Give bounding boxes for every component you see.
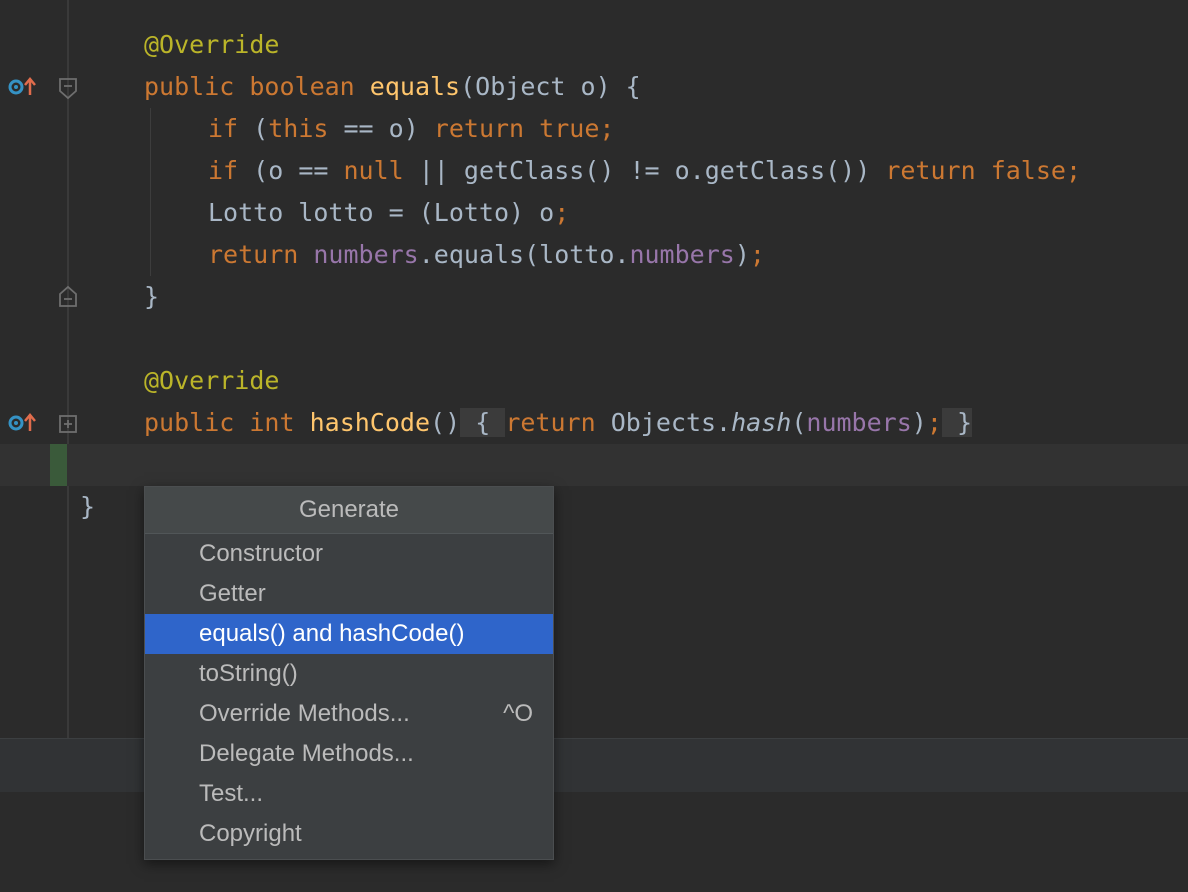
code-text: }	[144, 282, 160, 311]
menu-item-shortcut: ^O	[503, 700, 533, 727]
popup-title: Generate	[145, 487, 553, 534]
keyword: return	[208, 240, 299, 269]
code-text: (Object o) {	[460, 72, 641, 101]
menu-item-label: Getter	[199, 580, 266, 607]
code-text: }	[80, 492, 96, 521]
keyword: return	[885, 156, 976, 185]
folded-region-start[interactable]: {	[460, 408, 506, 437]
indent-guide	[150, 108, 151, 276]
keyword: if	[208, 156, 239, 185]
code-line[interactable]: @Override	[144, 360, 279, 402]
menu-item-label: toString()	[199, 660, 298, 687]
annotation: @Override	[144, 30, 280, 59]
keyword: true;	[539, 114, 615, 143]
code-text: (	[791, 408, 807, 437]
keyword: false;	[990, 156, 1082, 185]
keyword: public	[144, 72, 235, 101]
menu-item-label: Constructor	[199, 540, 324, 567]
keyword: this	[268, 114, 329, 143]
changed-line-marker	[50, 444, 67, 486]
code-text: (	[238, 114, 269, 143]
keyword: if	[208, 114, 239, 143]
field: numbers	[806, 408, 912, 437]
fold-icon[interactable]	[58, 76, 78, 100]
menu-item-test[interactable]: Test...	[145, 774, 553, 814]
annotation: @Override	[144, 366, 280, 395]
brace: {	[475, 408, 491, 437]
keyword: int	[249, 408, 295, 437]
menu-item-copyright[interactable]: Copyright	[145, 814, 553, 854]
code-text: )	[911, 408, 927, 437]
generate-popup[interactable]: Generate Constructor Getter equals() and…	[144, 486, 554, 860]
semicolon: ;	[554, 198, 570, 227]
code-line[interactable]: if (o == null || getClass() != o.getClas…	[208, 150, 1081, 192]
keyword: public	[144, 408, 235, 437]
menu-item-label: Test...	[199, 780, 264, 807]
code-text: ()	[430, 408, 461, 437]
menu-item-label: Copyright	[199, 820, 302, 847]
field: numbers	[629, 240, 735, 269]
semicolon: ;	[749, 240, 765, 269]
code-line[interactable]: public boolean equals(Object o) {	[144, 66, 641, 108]
override-method-icon[interactable]	[8, 75, 38, 99]
code-text: || getClass() != o.getClass())	[403, 156, 886, 185]
code-line[interactable]: public int hashCode() { return Objects.h…	[144, 402, 972, 444]
keyword: null	[343, 156, 404, 185]
code-text: )	[734, 240, 750, 269]
method-name: equals	[369, 72, 461, 101]
code-text: == o)	[328, 114, 434, 143]
code-line[interactable]: return numbers.equals(lotto.numbers);	[208, 234, 765, 276]
brace: }	[956, 408, 972, 437]
field: numbers	[313, 240, 419, 269]
override-method-icon[interactable]	[8, 411, 38, 435]
unfold-plus-icon[interactable]	[58, 412, 78, 436]
menu-item-constructor[interactable]: Constructor	[145, 534, 553, 574]
keyword: boolean	[249, 72, 355, 101]
code-line[interactable]: }	[144, 276, 159, 318]
keyword: return	[505, 408, 596, 437]
code-line[interactable]: @Override	[144, 24, 279, 66]
current-line-highlight	[0, 444, 1188, 486]
menu-item-tostring[interactable]: toString()	[145, 654, 553, 694]
code-text: .equals(lotto.	[418, 240, 630, 269]
menu-item-equals-hashcode[interactable]: equals() and hashCode()	[145, 614, 553, 654]
method-name: hashCode	[309, 408, 431, 437]
semicolon: ;	[926, 408, 942, 437]
menu-item-delegate-methods[interactable]: Delegate Methods...	[145, 734, 553, 774]
code-line[interactable]: Lotto lotto = (Lotto) o;	[208, 192, 569, 234]
fold-end-icon[interactable]	[58, 285, 78, 309]
code-line[interactable]: if (this == o) return true;	[208, 108, 614, 150]
menu-item-getter[interactable]: Getter	[145, 574, 553, 614]
gutter-divider	[67, 0, 69, 738]
menu-item-label: Override Methods...	[199, 700, 410, 727]
code-text: Lotto lotto = (Lotto) o	[208, 198, 555, 227]
code-line[interactable]: }	[80, 486, 95, 528]
static-method: hash	[731, 408, 792, 437]
code-text: (o ==	[238, 156, 344, 185]
menu-item-label: Delegate Methods...	[199, 740, 414, 767]
code-text: Objects.	[610, 408, 732, 437]
menu-item-label: equals() and hashCode()	[199, 620, 465, 647]
keyword: return	[433, 114, 525, 143]
folded-region-end[interactable]: }	[941, 408, 972, 437]
menu-item-override-methods[interactable]: Override Methods... ^O	[145, 694, 553, 734]
